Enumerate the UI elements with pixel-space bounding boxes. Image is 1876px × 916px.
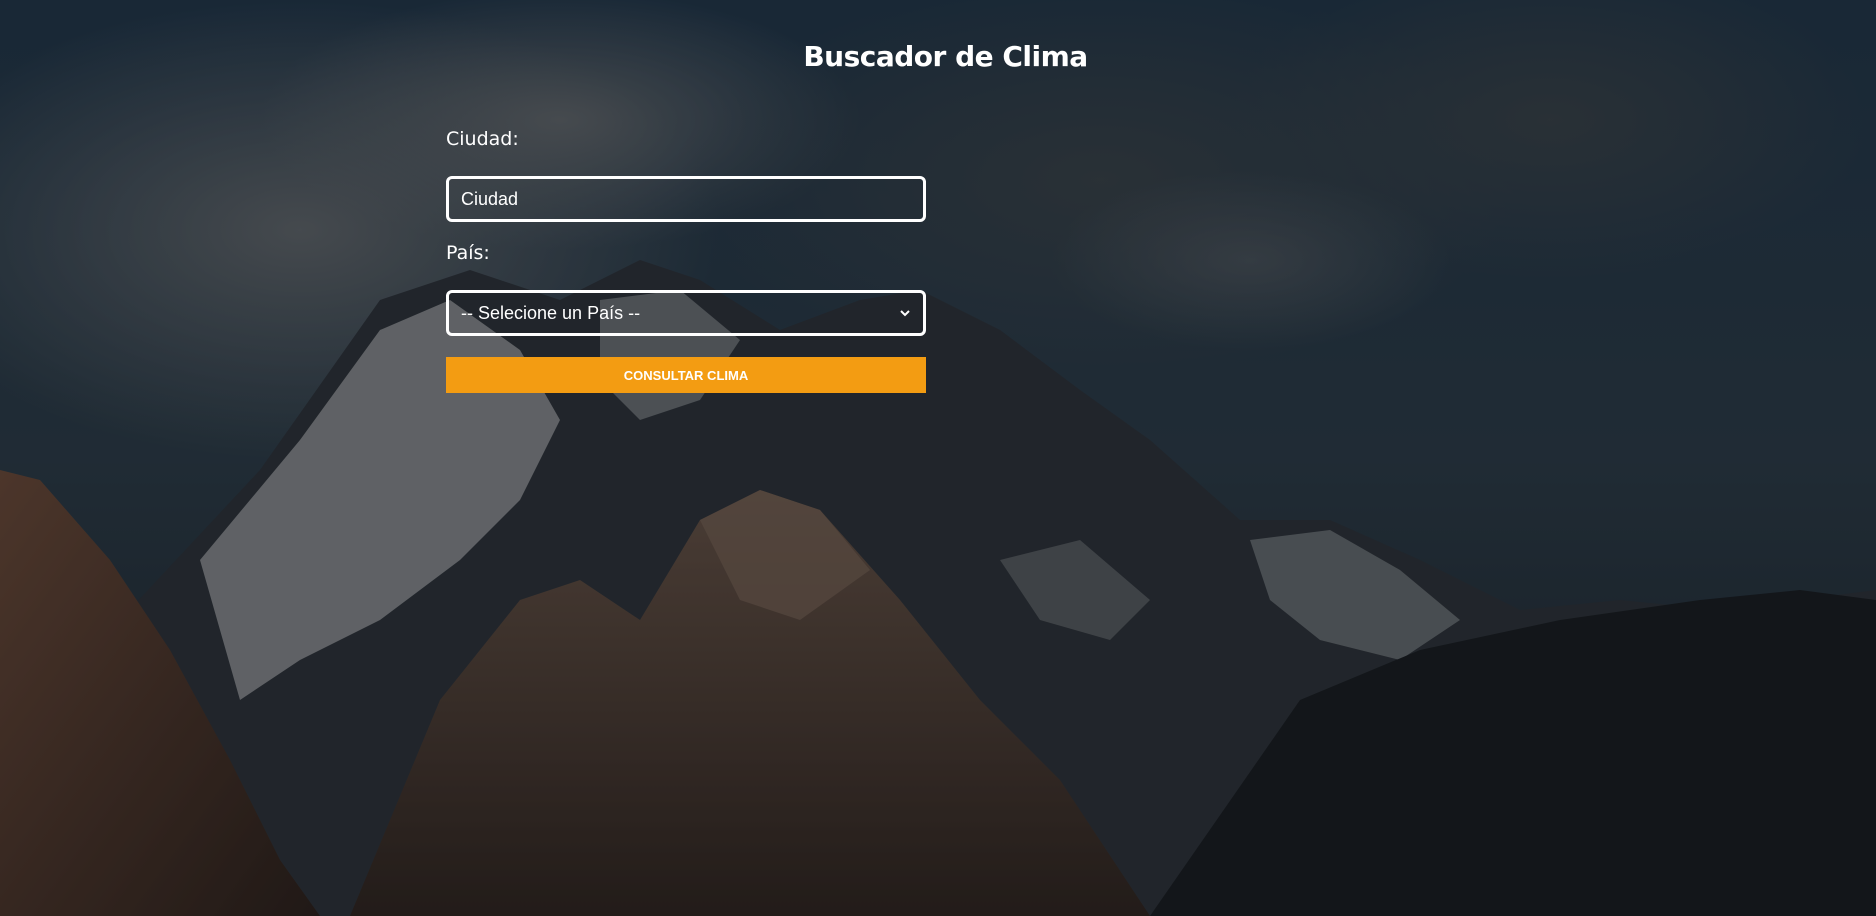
chevron-down-icon — [900, 310, 910, 317]
background-image — [0, 0, 1876, 916]
consultar-clima-button[interactable]: Consultar Clima — [446, 357, 926, 393]
city-label: Ciudad: — [446, 128, 519, 150]
country-label: País: — [446, 242, 490, 264]
city-input-placeholder: Ciudad — [461, 188, 519, 209]
country-select[interactable]: -- Selecione un País -- — [446, 290, 926, 336]
weather-search-form: Ciudad: Ciudad País: -- Selecione un Paí… — [446, 128, 926, 393]
city-input[interactable]: Ciudad — [446, 176, 926, 222]
page-title: Buscador de Clima — [803, 40, 1088, 73]
country-select-value: -- Selecione un País -- — [461, 302, 641, 323]
